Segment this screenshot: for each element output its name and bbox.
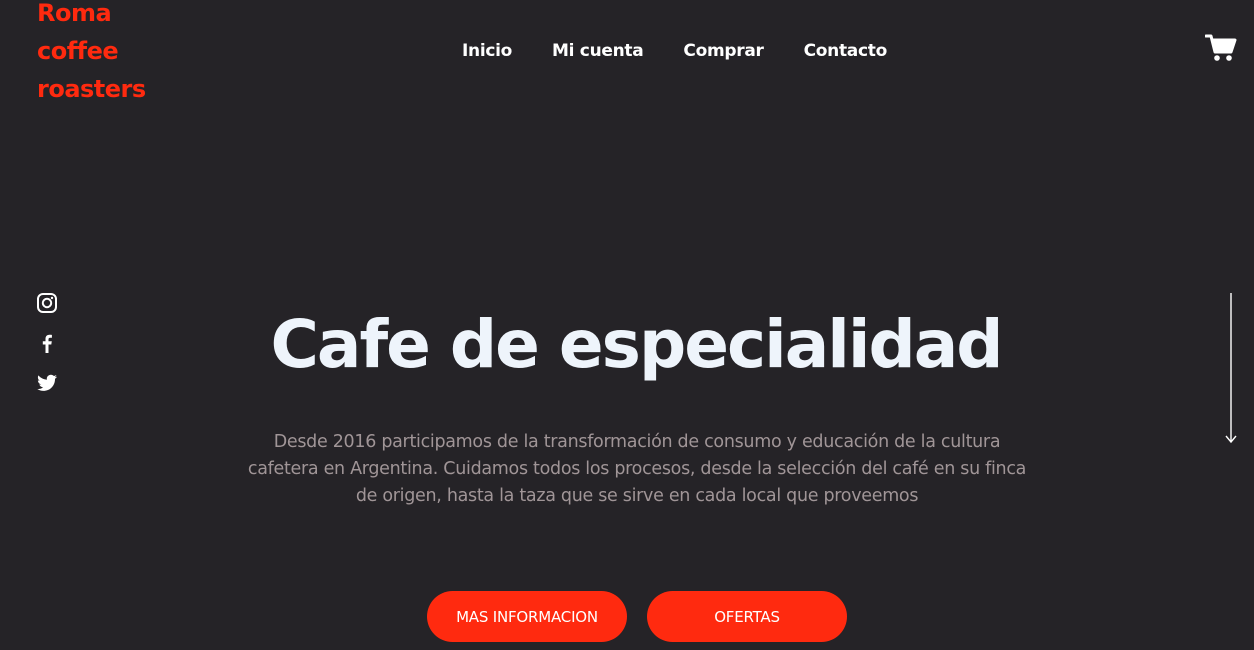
hero-description: Desde 2016 participamos de la transforma… [247,432,1027,506]
logo-line-2: coffee [37,37,119,65]
hero-title: Cafe de especialidad [270,306,1003,383]
logo-line-1: Roma [37,0,112,27]
nav-item-contacto[interactable]: Contacto [804,38,888,64]
nav-item-inicio[interactable]: Inicio [462,38,512,64]
logo-line-3: roasters [37,75,146,103]
shopping-cart-icon[interactable] [1204,34,1237,62]
ofertas-button[interactable]: OFERTAS [647,591,847,642]
hero-buttons: MAS INFORMACION OFERTAS [427,591,847,642]
mas-informacion-button[interactable]: MAS INFORMACION [427,591,627,642]
main-nav: Inicio Mi cuenta Comprar Contacto [462,38,887,64]
brand-logo[interactable]: Roma coffee roasters [37,0,167,108]
nav-item-comprar[interactable]: Comprar [683,38,763,64]
nav-item-mi-cuenta[interactable]: Mi cuenta [552,38,644,64]
